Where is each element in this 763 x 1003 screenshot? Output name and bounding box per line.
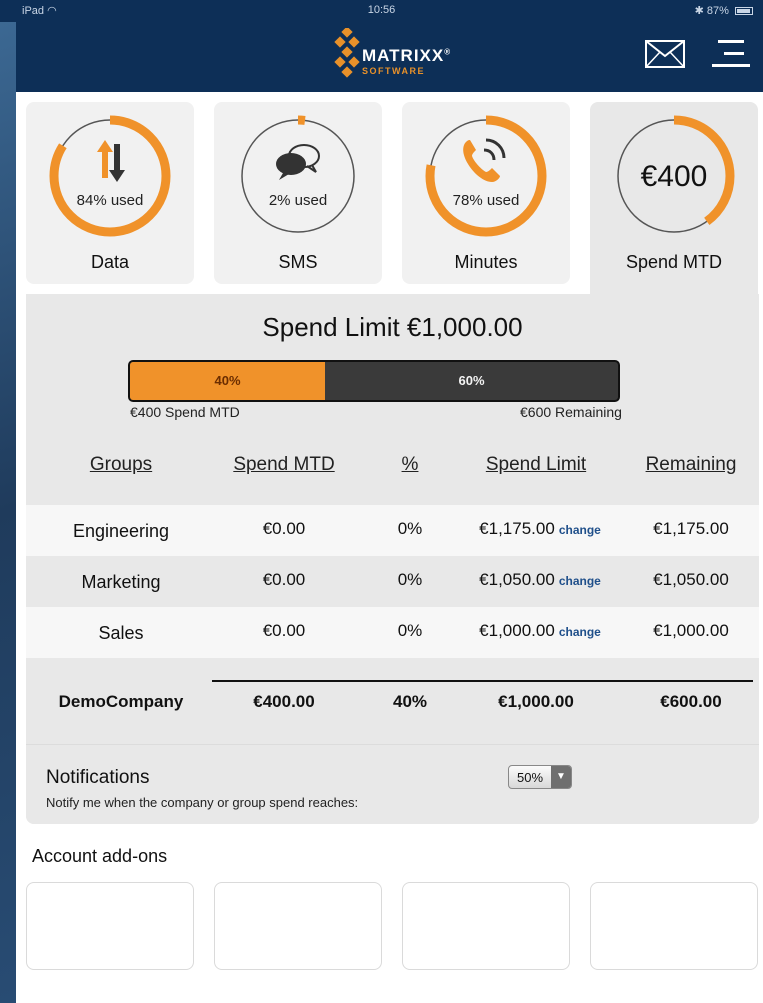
company-total-row: DemoCompany €400.00 40% €1,000.00 €600.0… [26,658,759,744]
spend-mtd-amount: €400 [640,160,708,193]
group-spend: €0.00 [262,519,306,538]
group-limit: €1,175.00 change [479,519,601,538]
hamburger-menu-icon [712,40,750,67]
group-name: Sales [98,623,144,643]
notifications-description: Notify me when the company or group spen… [46,795,359,810]
addon-slot[interactable] [590,882,758,970]
column-header-percent[interactable]: % [390,454,430,476]
group-percent: 0% [397,519,423,538]
change-limit-link[interactable]: change [559,523,601,537]
envelope-icon [645,40,685,68]
chevron-down-icon: ▼ [551,766,571,788]
spend-remaining-caption: €600 Remaining [520,404,622,420]
spend-progress-bar: 40% 60% [128,360,620,402]
data-arrows-icon [97,140,125,182]
table-row: Engineering €0.00 0% €1,175.00 change €1,… [26,505,759,556]
spend-used-caption: €400 Spend MTD [130,404,240,420]
ipad-screen: iPad ◠ 10:56 ✱ 87% MATRIXX® SOFTWARE 84%… [0,0,763,1003]
data-title: Data [90,252,130,272]
company-percent: 40% [392,692,428,711]
mail-button[interactable] [644,38,688,72]
column-header-groups[interactable]: Groups [56,454,186,476]
group-remaining: €1,050.00 [653,570,729,589]
notification-threshold-select[interactable]: 50% ▼ [508,765,572,789]
column-header-remaining[interactable]: Remaining [626,454,756,476]
tile-spend-mtd[interactable]: €400 Spend MTD [590,102,758,302]
tile-minutes[interactable]: 78% used Minutes [402,102,570,284]
group-percent: 0% [397,570,423,589]
group-remaining: €1,175.00 [653,519,729,538]
group-spend: €0.00 [262,570,306,589]
sms-title: SMS [278,252,318,272]
battery-icon [735,7,753,16]
bluetooth-icon: ✱ [694,5,704,17]
company-remaining: €600.00 [660,692,722,711]
company-spend: €400.00 [253,692,315,711]
group-spend: €0.00 [262,621,306,640]
spend-remaining-segment: 60% [458,373,485,388]
addon-slot[interactable] [214,882,382,970]
status-time: 10:56 [367,4,396,16]
column-header-spend-limit[interactable]: Spend Limit [466,454,606,476]
data-usage-label: 84% used [76,192,144,209]
spend-panel: Spend Limit €1,000.00 40% 60% €400 Spend… [26,294,759,824]
table-row: Sales €0.00 0% €1,000.00 change €1,000.00 [26,607,759,658]
change-limit-link[interactable]: change [559,574,601,588]
total-divider [212,680,753,682]
spend-used-segment: 40% [130,362,325,400]
minutes-title: Minutes [454,252,518,272]
status-bar: iPad ◠ 10:56 ✱ 87% [0,0,763,22]
app-header: MATRIXX® SOFTWARE [16,22,763,92]
spend-limit-title: Spend Limit €1,000.00 [262,312,523,342]
minutes-usage-label: 78% used [452,192,520,209]
notifications-section: Notifications Notify me when the company… [26,744,759,824]
chat-bubbles-icon [276,144,320,180]
threshold-value: 50% [517,770,544,785]
group-name: Marketing [81,572,161,592]
tile-data[interactable]: 84% used Data [26,102,194,284]
account-addons-title: Account add-ons [32,846,168,866]
group-limit: €1,000.00 change [479,621,601,640]
matrixx-logo-mark-icon [334,28,360,78]
company-name: DemoCompany [58,692,184,711]
phone-icon [463,138,506,182]
main-content: 84% used Data 2% used SMS 78% used Minut… [16,92,763,1003]
group-name: Engineering [72,521,170,541]
spend-mtd-title: Spend MTD [625,252,723,272]
group-limit: €1,050.00 change [479,570,601,589]
sms-usage-label: 2% used [268,192,328,209]
change-limit-link[interactable]: change [559,625,601,639]
addon-slot[interactable] [26,882,194,970]
brand-name: MATRIXX® [362,46,452,65]
table-row: Marketing €0.00 0% €1,050.00 change €1,05… [26,556,759,607]
brand-subtitle: SOFTWARE [362,66,425,76]
addon-slot[interactable] [402,882,570,970]
matrixx-logo[interactable]: MATRIXX® SOFTWARE [332,28,472,82]
group-percent: 0% [397,621,423,640]
group-remaining: €1,000.00 [653,621,729,640]
tile-sms[interactable]: 2% used SMS [214,102,382,284]
menu-button[interactable] [710,36,752,72]
battery-status: ✱ 87% [695,4,753,17]
company-limit: €1,000.00 [498,692,574,711]
column-header-spend-mtd[interactable]: Spend MTD [214,454,354,476]
notifications-title: Notifications [46,767,150,788]
